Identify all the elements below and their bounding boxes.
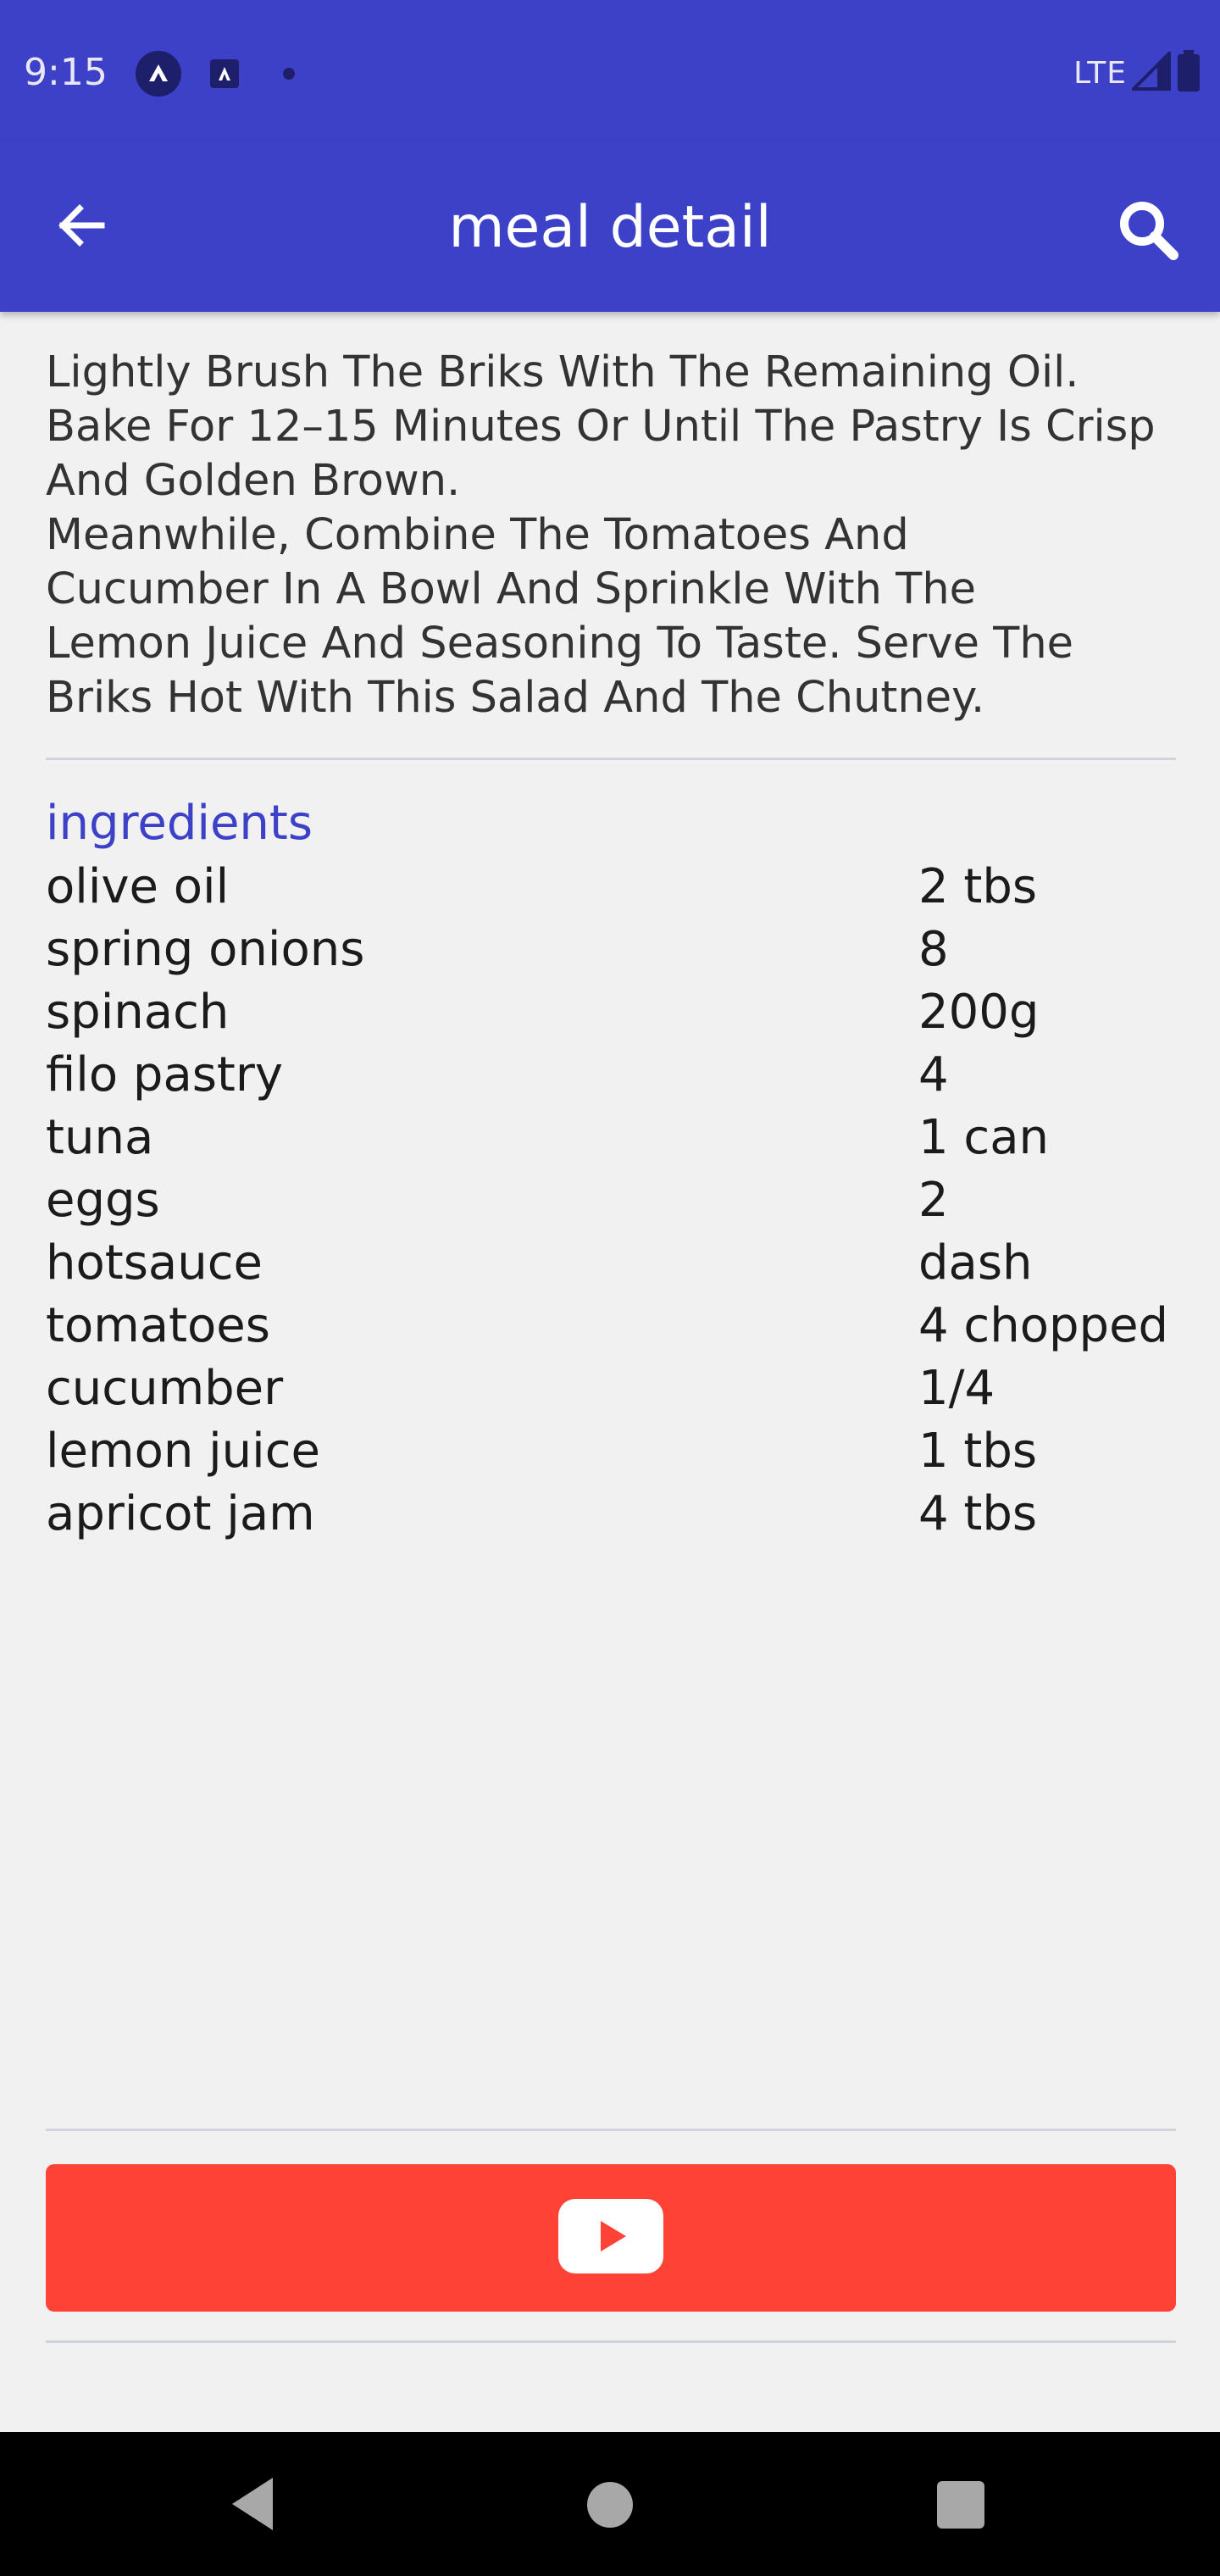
- ingredient-row: olive oil 2 tbs: [46, 855, 1176, 918]
- app-notification-icon: [136, 51, 181, 97]
- ingredient-measure: 1/4: [918, 1360, 995, 1416]
- signal-icon: [1129, 49, 1171, 94]
- ingredient-row: eggs 2: [46, 1169, 1176, 1231]
- ingredient-row: cucumber 1/4: [46, 1357, 1176, 1419]
- divider: [46, 2340, 1176, 2343]
- circle-home-icon[interactable]: [587, 2482, 633, 2528]
- ingredient-row: filo pastry 4: [46, 1043, 1176, 1106]
- square-recent-icon[interactable]: [937, 2481, 984, 2529]
- ingredient-row: apricot jam 4 tbs: [46, 1482, 1176, 1545]
- ingredient-row: hotsauce dash: [46, 1231, 1176, 1294]
- divider: [46, 2129, 1176, 2131]
- status-time: 9:15: [24, 51, 108, 94]
- ingredient-name: eggs: [46, 1172, 160, 1228]
- ingredient-row: spring onions 8: [46, 918, 1176, 980]
- ingredient-measure: 1 tbs: [918, 1423, 1038, 1479]
- page-title: meal detail: [448, 194, 772, 261]
- youtube-icon: [558, 2199, 663, 2277]
- status-bar: 9:15 LTE: [0, 0, 1220, 142]
- youtube-button[interactable]: [46, 2164, 1176, 2312]
- app-bar: meal detail: [0, 142, 1220, 312]
- font-notification-icon: [210, 59, 239, 88]
- arrow-left-icon: [54, 198, 108, 256]
- search-icon: [1114, 196, 1182, 267]
- back-button[interactable]: [47, 193, 115, 261]
- ingredient-measure: 1 can: [918, 1109, 1050, 1165]
- ingredient-name: apricot jam: [46, 1485, 315, 1541]
- ingredient-measure: 2: [918, 1172, 949, 1228]
- ingredient-row: lemon juice 1 tbs: [46, 1419, 1176, 1482]
- battery-icon: [1176, 50, 1201, 96]
- ingredient-name: spinach: [46, 984, 230, 1040]
- meal-detail-content: Lightly Brush The Briks With The Remaini…: [46, 312, 1176, 1545]
- ingredient-measure: 8: [918, 921, 949, 977]
- divider: [46, 758, 1176, 760]
- notification-dot-icon: [283, 68, 295, 80]
- ingredient-name: lemon juice: [46, 1423, 320, 1479]
- ingredient-name: filo pastry: [46, 1046, 284, 1102]
- ingredient-name: tomatoes: [46, 1297, 270, 1353]
- search-button[interactable]: [1110, 193, 1186, 269]
- network-type: LTE: [1073, 55, 1127, 91]
- system-nav-bar: [0, 2432, 1220, 2576]
- ingredient-row: tuna 1 can: [46, 1106, 1176, 1169]
- instructions-text: Lightly Brush The Briks With The Remaini…: [46, 347, 1156, 723]
- ingredient-measure: 200g: [918, 984, 1040, 1040]
- ingredient-name: olive oil: [46, 858, 230, 914]
- ingredient-name: cucumber: [46, 1360, 284, 1416]
- triangle-back-icon[interactable]: [229, 2474, 276, 2537]
- ingredient-name: tuna: [46, 1109, 154, 1165]
- ingredient-name: hotsauce: [46, 1235, 263, 1291]
- ingredient-name: spring onions: [46, 921, 365, 977]
- ingredient-measure: 4 tbs: [918, 1485, 1038, 1541]
- ingredient-measure: dash: [918, 1235, 1033, 1291]
- ingredient-measure: 2 tbs: [918, 858, 1038, 914]
- ingredient-measure: 4: [918, 1046, 949, 1102]
- ingredients-list: olive oil 2 tbs spring onions 8 spinach 200…: [46, 855, 1176, 1545]
- ingredient-measure: 4 chopped: [918, 1297, 1169, 1353]
- ingredients-heading: ingredients: [46, 796, 313, 851]
- ingredient-row: spinach 200g: [46, 980, 1176, 1043]
- ingredient-row: tomatoes 4 chopped: [46, 1294, 1176, 1357]
- status-right-group: LTE: [1073, 49, 1201, 97]
